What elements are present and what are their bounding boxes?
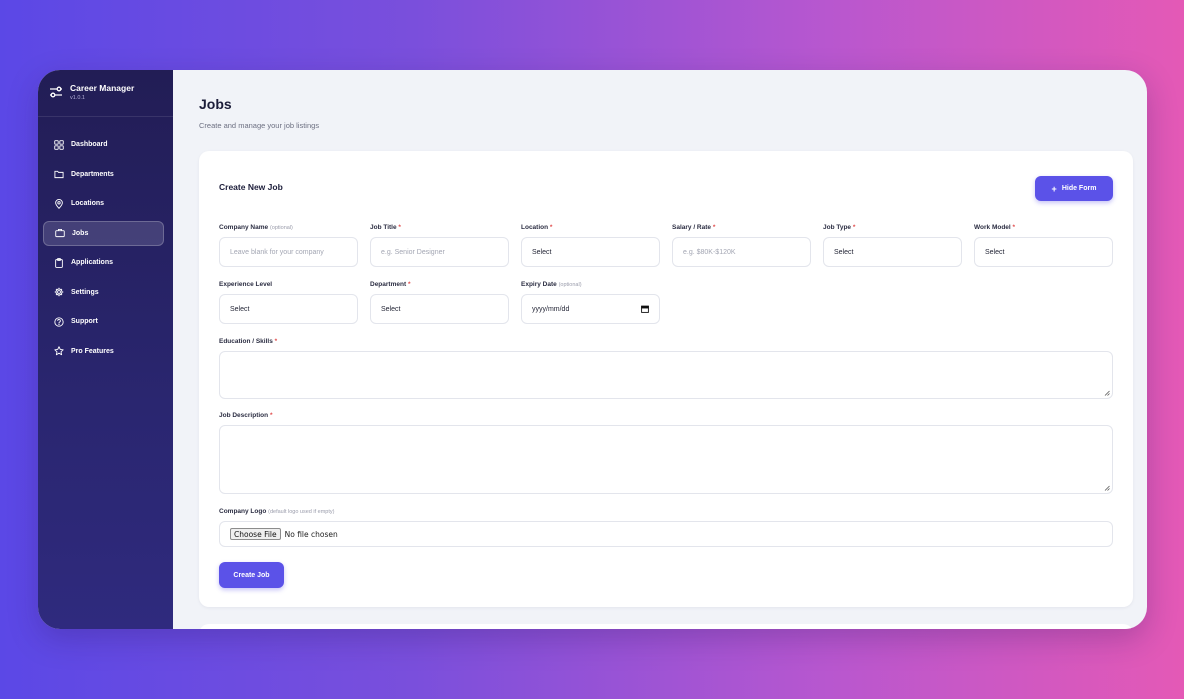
optional-note: (optional) bbox=[269, 225, 293, 231]
hide-form-button[interactable]: + Hide Form bbox=[1035, 176, 1113, 201]
sidebar-item-label: Settings bbox=[71, 288, 99, 296]
sidebar-item-settings[interactable]: Settings bbox=[43, 280, 164, 305]
education-group: Education / Skills * bbox=[219, 336, 1113, 399]
sidebar: Career Manager v1.0.1 Dashboard Departme… bbox=[38, 70, 173, 629]
job-type-group: Job Type * Select bbox=[823, 222, 962, 267]
map-pin-icon bbox=[53, 198, 64, 209]
salary-group: Salary / Rate * e.g. $80K-$120K bbox=[672, 222, 811, 267]
required-mark: * bbox=[398, 224, 401, 231]
sidebar-item-dashboard[interactable]: Dashboard bbox=[43, 132, 164, 157]
department-select[interactable]: Select bbox=[370, 294, 509, 324]
job-title-label: Job Title bbox=[370, 224, 397, 231]
folder-icon bbox=[53, 169, 64, 180]
star-icon bbox=[53, 346, 64, 357]
help-circle-icon bbox=[53, 316, 64, 327]
sidebar-item-label: Support bbox=[71, 318, 98, 325]
job-title-group: Job Title * e.g. Senior Designer bbox=[370, 222, 509, 267]
main-content: Jobs Create and manage your job listings… bbox=[173, 70, 1147, 629]
required-mark: * bbox=[1012, 224, 1016, 231]
required-mark: * bbox=[712, 224, 716, 231]
logo-file-input: Choose File No file chosen bbox=[219, 521, 1113, 547]
sidebar-item-applications[interactable]: Applications bbox=[43, 250, 164, 275]
work-model-select[interactable]: Select bbox=[974, 237, 1113, 267]
grid-icon bbox=[53, 139, 64, 150]
sidebar-item-label: Jobs bbox=[72, 229, 89, 237]
sidebar-item-jobs[interactable]: Jobs bbox=[43, 220, 164, 246]
briefcase-icon bbox=[54, 228, 65, 239]
salary-label: Salary / Rate bbox=[672, 224, 712, 231]
resize-handle-icon[interactable] bbox=[1104, 485, 1110, 491]
sidebar-item-label: Locations bbox=[71, 200, 105, 207]
sidebar-item-departments[interactable]: Departments bbox=[43, 162, 164, 187]
description-textarea[interactable] bbox=[219, 425, 1113, 494]
expiry-label: Expiry Date bbox=[521, 281, 557, 288]
sidebar-item-label: Departments bbox=[71, 170, 114, 178]
sidebar-nav: Dashboard Departments Locations Jobs App… bbox=[43, 132, 164, 368]
work-model-label: Work Model bbox=[974, 224, 1011, 231]
description-label: Job Description bbox=[219, 412, 269, 419]
required-mark: * bbox=[407, 281, 411, 288]
experience-select[interactable]: Select bbox=[219, 294, 358, 324]
create-job-button[interactable]: Create Job bbox=[219, 562, 284, 588]
sidebar-item-label: Applications bbox=[71, 259, 114, 266]
expiry-group: Expiry Date (optional) yyyy/mm/dd bbox=[521, 279, 660, 324]
card-title: Create New Job bbox=[219, 182, 283, 192]
gear-icon bbox=[53, 287, 64, 298]
education-label: Education / Skills bbox=[219, 338, 273, 345]
page-title: Jobs bbox=[199, 96, 232, 112]
sidebar-item-label: Pro Features bbox=[71, 347, 114, 355]
description-group: Job Description * bbox=[219, 410, 1113, 494]
brand-version: v1.0.1 bbox=[70, 95, 85, 101]
expiry-date-input[interactable]: yyyy/mm/dd bbox=[521, 294, 660, 324]
required-mark: * bbox=[274, 338, 278, 345]
company-name-label: Company Name bbox=[219, 224, 269, 231]
experience-label: Experience Level bbox=[219, 281, 273, 288]
job-type-select[interactable]: Select bbox=[823, 237, 962, 267]
resize-handle-icon[interactable] bbox=[1104, 390, 1110, 396]
sidebar-item-label: Dashboard bbox=[71, 141, 108, 148]
required-mark: * bbox=[852, 224, 856, 231]
company-name-input[interactable]: Leave blank for your company bbox=[219, 237, 358, 267]
experience-group: Experience Level Select bbox=[219, 279, 358, 324]
next-card-edge bbox=[199, 624, 1133, 629]
required-mark: * bbox=[269, 412, 273, 419]
sidebar-divider bbox=[38, 116, 173, 117]
logo-note: (default logo used if empty) bbox=[268, 509, 335, 515]
brand-name: Career Manager bbox=[70, 83, 135, 93]
sidebar-item-support[interactable]: Support bbox=[43, 309, 164, 334]
brand: Career Manager v1.0.1 bbox=[49, 82, 134, 102]
calendar-icon[interactable] bbox=[641, 305, 649, 313]
location-select[interactable]: Select bbox=[521, 237, 660, 267]
work-model-group: Work Model * Select bbox=[974, 222, 1113, 267]
education-textarea[interactable] bbox=[219, 351, 1113, 399]
file-status: No file chosen bbox=[284, 529, 338, 539]
app-window: Career Manager v1.0.1 Dashboard Departme… bbox=[38, 70, 1147, 629]
logo-label: Company Logo bbox=[219, 508, 267, 515]
sliders-icon bbox=[50, 86, 62, 98]
optional-note: (optional) bbox=[558, 282, 582, 288]
logo-group: Company Logo (default logo used if empty… bbox=[219, 506, 1113, 547]
hide-form-label: Hide Form bbox=[1061, 185, 1097, 192]
salary-input[interactable]: e.g. $80K-$120K bbox=[672, 237, 811, 267]
expiry-date-value: yyyy/mm/dd bbox=[532, 305, 570, 313]
page-subtitle: Create and manage your job listings bbox=[199, 121, 320, 130]
department-group: Department * Select bbox=[370, 279, 509, 324]
company-name-group: Company Name (optional) Leave blank for … bbox=[219, 222, 358, 267]
required-mark: * bbox=[549, 224, 553, 231]
sidebar-item-pro-features[interactable]: Pro Features bbox=[43, 339, 164, 364]
create-job-card: Create New Job + Hide Form Company Name … bbox=[199, 151, 1133, 607]
department-label: Department bbox=[370, 281, 407, 288]
sidebar-item-locations[interactable]: Locations bbox=[43, 191, 164, 216]
clipboard-icon bbox=[53, 257, 64, 268]
location-label: Location bbox=[521, 224, 549, 231]
job-type-label: Job Type bbox=[823, 224, 852, 231]
choose-file-button[interactable]: Choose File bbox=[230, 528, 281, 540]
plus-icon: + bbox=[1051, 183, 1057, 194]
job-title-input[interactable]: e.g. Senior Designer bbox=[370, 237, 509, 267]
location-group: Location * Select bbox=[521, 222, 660, 267]
